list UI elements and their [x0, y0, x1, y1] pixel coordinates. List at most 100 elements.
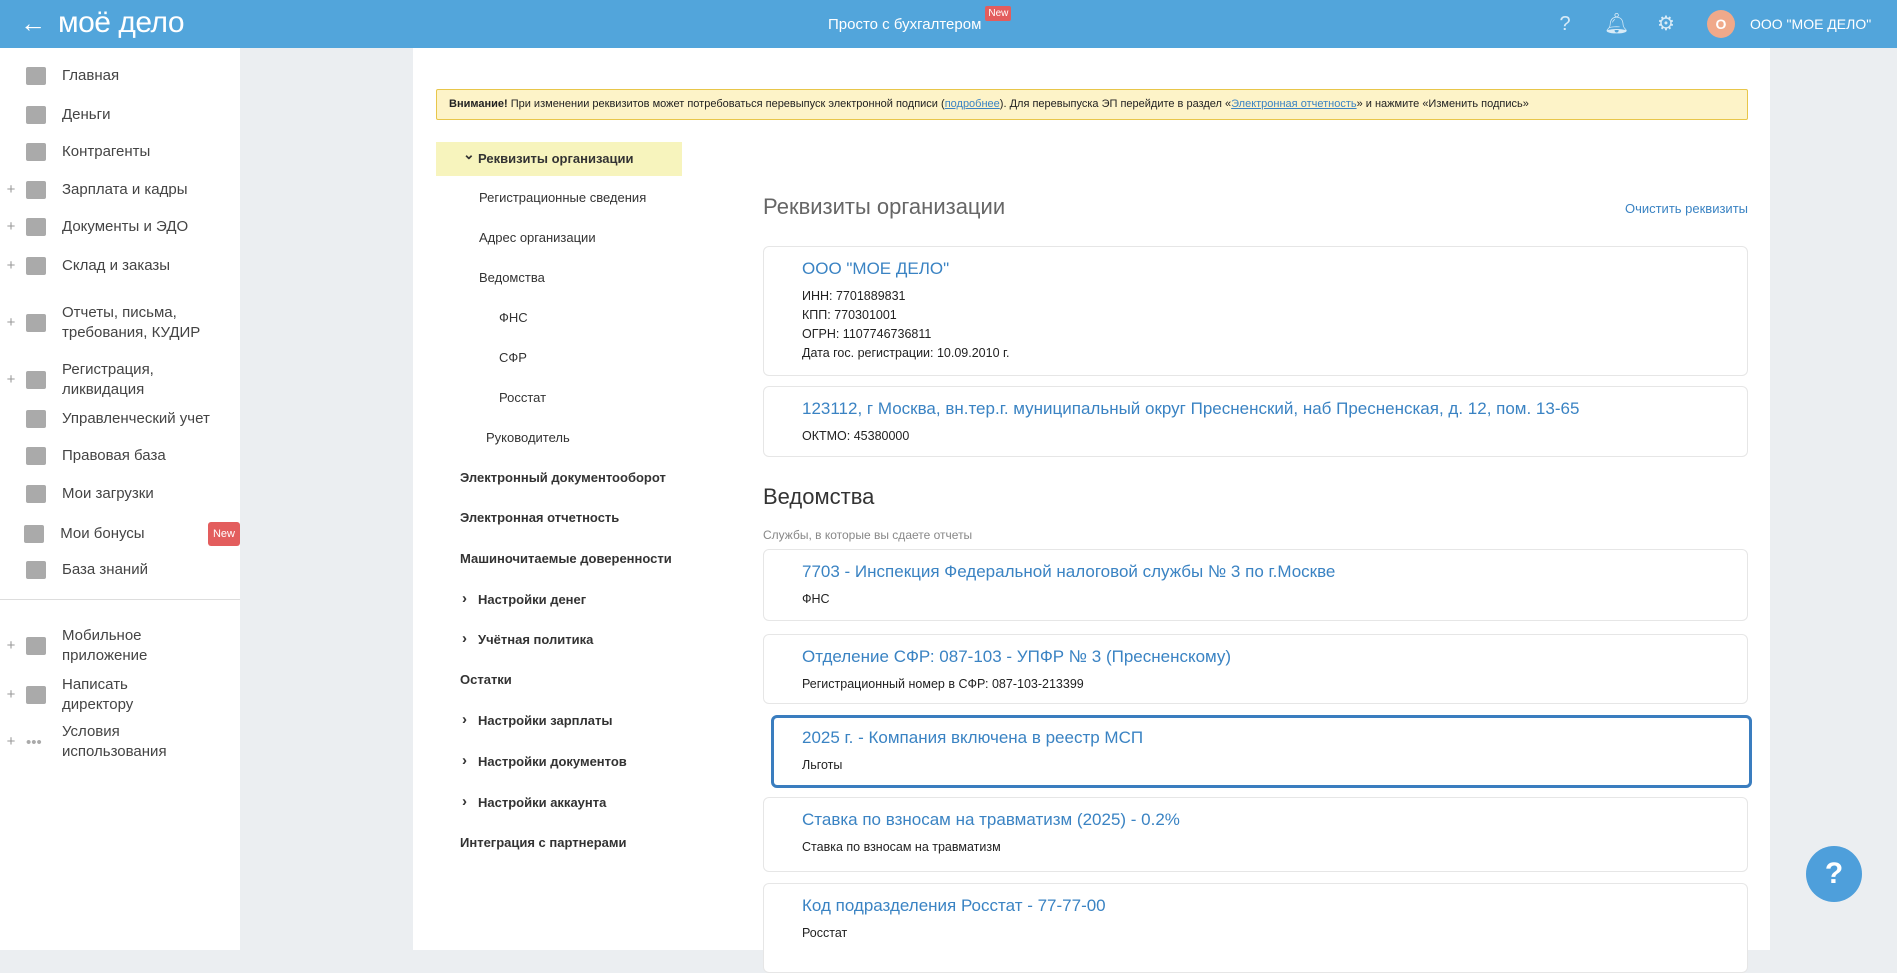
- sidebar-item-label: Управленческий учет: [62, 410, 210, 427]
- settings-nav-item[interactable]: Ведомства: [479, 270, 545, 285]
- sidebar-item-label: Мои бонусы: [60, 525, 145, 542]
- sidebar-item-icon: [26, 561, 46, 579]
- agency-subtitle: Регистрационный номер в СФР: 087-103-213…: [802, 677, 1084, 691]
- chevron-right-icon[interactable]: ›: [462, 630, 467, 647]
- sidebar-item-label: База знаний: [62, 561, 148, 578]
- gear-icon[interactable]: ⚙: [1655, 13, 1677, 35]
- agency-title[interactable]: 2025 г. - Компания включена в реестр МСП: [802, 728, 1749, 748]
- settings-nav-item[interactable]: Электронная отчетность: [460, 510, 619, 525]
- agency-card[interactable]: Отделение СФР: 087-103 - УПФР № 3 (Пресн…: [763, 634, 1748, 704]
- settings-nav-item[interactable]: СФР: [499, 350, 527, 365]
- agency-title[interactable]: Код подразделения Росстат - 77-77-00: [802, 896, 1747, 916]
- chevron-right-icon[interactable]: ›: [462, 752, 467, 769]
- agency-card[interactable]: 7703 - Инспекция Федеральной налоговой с…: [763, 549, 1748, 621]
- sidebar-item-label: Отчеты, письма, требования, КУДИР: [62, 304, 201, 341]
- sidebar-item[interactable]: + Регистрация, ликвидация: [0, 360, 240, 400]
- warning-text: » и нажмите «Изменить подпись»: [1356, 98, 1529, 110]
- agency-card[interactable]: Ставка по взносам на травматизм (2025) -…: [763, 797, 1748, 872]
- registration-date: Дата гос. регистрации: 10.09.2010 г.: [802, 346, 1010, 360]
- sidebar-item[interactable]: Управленческий учет: [0, 409, 240, 429]
- sidebar-divider: [0, 599, 240, 600]
- details-link[interactable]: подробнее: [945, 98, 1000, 110]
- sidebar-item[interactable]: + Отчеты, письма, требования, КУДИР: [0, 303, 240, 343]
- chevron-right-icon[interactable]: ›: [462, 793, 467, 810]
- org-card[interactable]: ООО "МОЕ ДЕЛО" ИНН: 7701889831 КПП: 7703…: [763, 246, 1748, 376]
- ogrn: ОГРН: 1107746736811: [802, 327, 932, 341]
- settings-nav-item[interactable]: Учётная политика: [478, 632, 593, 647]
- settings-nav-item[interactable]: Настройки аккаунта: [478, 795, 606, 810]
- settings-nav-item[interactable]: Регистрационные сведения: [479, 190, 646, 205]
- help-icon[interactable]: ?: [1554, 13, 1576, 35]
- sidebar-item-icon: [26, 218, 46, 236]
- agency-title[interactable]: Ставка по взносам на травматизм (2025) -…: [802, 810, 1747, 830]
- settings-nav-item[interactable]: Машиночитаемые доверенности: [460, 551, 672, 566]
- settings-nav-item[interactable]: Остатки: [460, 672, 512, 687]
- warning-text: ). Для перевыпуска ЭП перейдите в раздел…: [999, 98, 1232, 110]
- chevron-down-icon[interactable]: ⌄: [463, 146, 475, 163]
- avatar[interactable]: О: [1707, 10, 1735, 38]
- sidebar-bottom-item[interactable]: + Написать директору: [0, 675, 240, 715]
- clear-requisites-link[interactable]: Очистить реквизиты: [1620, 201, 1748, 216]
- sidebar-bottom-item[interactable]: + ••• Условия использования: [0, 722, 240, 762]
- sidebar-item-icon: [26, 181, 46, 199]
- expand-plus-icon[interactable]: +: [0, 732, 22, 752]
- bell-icon[interactable]: 🔔︎: [1604, 13, 1629, 35]
- settings-nav-item[interactable]: Росстат: [499, 390, 546, 405]
- sidebar-item-label: Главная: [62, 67, 120, 84]
- warning-banner: Внимание! При изменении реквизитов может…: [436, 89, 1748, 120]
- sidebar-item[interactable]: + Склад и заказы: [0, 256, 240, 276]
- e-reporting-link[interactable]: Электронная отчетность: [1231, 98, 1356, 110]
- sidebar-bottom-item[interactable]: + Мобильное приложение: [0, 626, 240, 666]
- sidebar-item[interactable]: Главная: [0, 66, 240, 86]
- settings-nav-item[interactable]: Настройки документов: [478, 754, 627, 769]
- oktmo: ОКТМО: 45380000: [802, 429, 910, 443]
- help-fab-button[interactable]: ?: [1806, 846, 1862, 902]
- sidebar-item[interactable]: + Зарплата и кадры: [0, 180, 240, 200]
- expand-plus-icon[interactable]: +: [0, 685, 22, 705]
- org-name[interactable]: ООО "МОЕ ДЕЛО": [1750, 16, 1871, 32]
- expand-plus-icon[interactable]: +: [0, 370, 22, 390]
- settings-nav-item[interactable]: Руководитель: [486, 430, 570, 445]
- agency-subtitle: Росстат: [802, 926, 848, 940]
- settings-nav-item[interactable]: ФНС: [499, 310, 528, 325]
- settings-nav-item[interactable]: Настройки зарплаты: [478, 713, 612, 728]
- accountant-link[interactable]: Просто с бухгалтеромNew: [828, 6, 1012, 33]
- page-title: Реквизиты организации: [763, 194, 1006, 219]
- sidebar-item-label: Правовая база: [62, 447, 166, 464]
- expand-plus-icon[interactable]: +: [0, 636, 22, 656]
- address-card[interactable]: 123112, г Москва, вн.тер.г. муниципальны…: [763, 386, 1748, 457]
- chevron-right-icon[interactable]: ›: [462, 590, 467, 607]
- back-arrow-icon[interactable]: ←: [20, 8, 46, 39]
- sidebar-item-icon: [26, 637, 46, 655]
- expand-plus-icon[interactable]: +: [0, 217, 22, 237]
- agency-card[interactable]: 2025 г. - Компания включена в реестр МСП…: [771, 715, 1752, 788]
- agency-title[interactable]: Отделение СФР: 087-103 - УПФР № 3 (Пресн…: [802, 647, 1747, 667]
- sidebar-item[interactable]: Мои бонусы New: [0, 522, 240, 546]
- settings-nav-item[interactable]: Настройки денег: [478, 592, 586, 607]
- sidebar-item-icon: [24, 525, 45, 543]
- expand-plus-icon[interactable]: +: [0, 180, 22, 200]
- settings-nav-item[interactable]: Реквизиты организации: [478, 151, 633, 166]
- sidebar-item[interactable]: Деньги: [0, 105, 240, 125]
- sidebar-item[interactable]: База знаний: [0, 560, 240, 580]
- settings-nav-item[interactable]: Адрес организации: [479, 230, 596, 245]
- expand-plus-icon[interactable]: +: [0, 313, 22, 333]
- sidebar-item[interactable]: Контрагенты: [0, 142, 240, 162]
- sidebar-item-icon: [26, 257, 46, 275]
- sidebar-item[interactable]: Мои загрузки: [0, 484, 240, 504]
- chevron-right-icon[interactable]: ›: [462, 711, 467, 728]
- address[interactable]: 123112, г Москва, вн.тер.г. муниципальны…: [802, 399, 1747, 419]
- agencies-title: Ведомства: [763, 484, 875, 509]
- org-name[interactable]: ООО "МОЕ ДЕЛО": [802, 259, 1747, 279]
- agency-title[interactable]: 7703 - Инспекция Федеральной налоговой с…: [802, 562, 1747, 582]
- sidebar-item[interactable]: + Документы и ЭДО: [0, 217, 240, 237]
- expand-plus-icon[interactable]: +: [0, 256, 22, 276]
- logo[interactable]: моё дело: [58, 6, 185, 40]
- settings-nav-item[interactable]: Интеграция с партнерами: [460, 835, 626, 850]
- agency-card[interactable]: Код подразделения Росстат - 77-77-00 Росс…: [763, 883, 1748, 973]
- sidebar-item-label: Контрагенты: [62, 143, 151, 160]
- settings-nav-item[interactable]: Электронный документооборот: [460, 470, 666, 485]
- sidebar-item[interactable]: Правовая база: [0, 446, 240, 466]
- sidebar-item-icon: [26, 314, 46, 332]
- sidebar-item-icon: [26, 371, 46, 389]
